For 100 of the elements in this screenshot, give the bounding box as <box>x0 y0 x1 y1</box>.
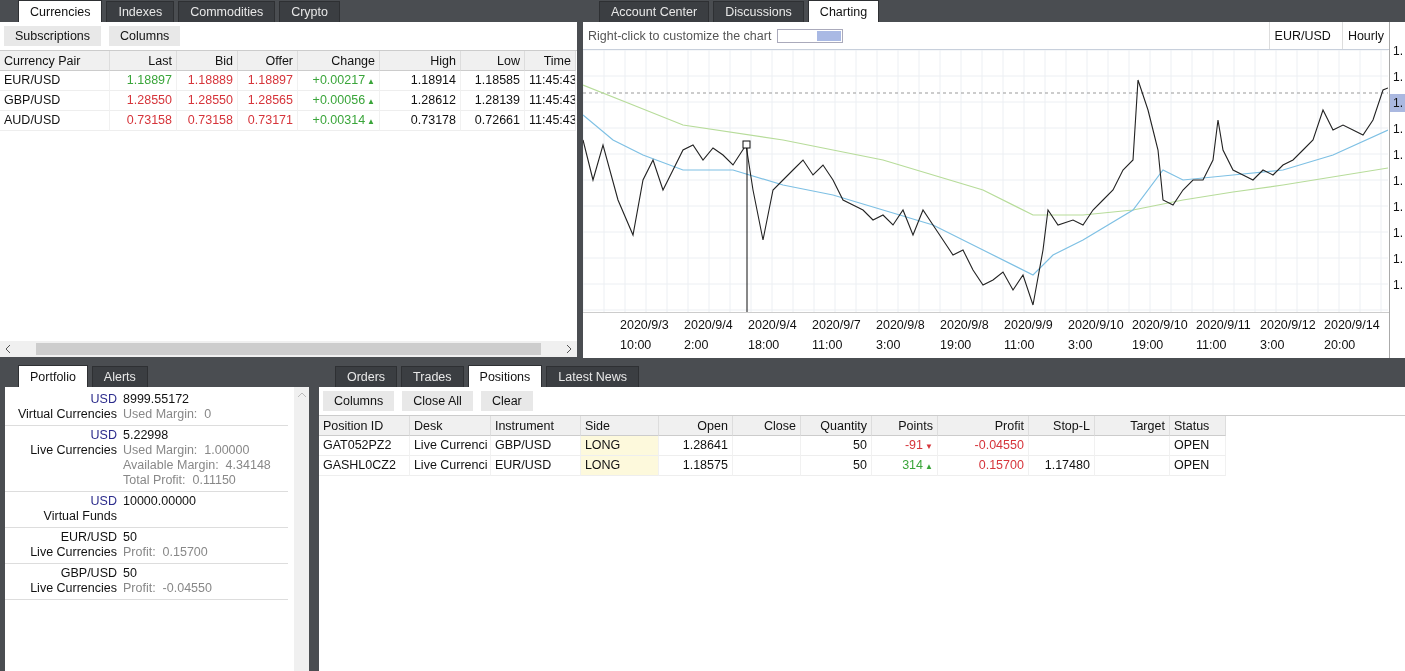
portfolio-name: USD <box>89 392 117 406</box>
column-header[interactable]: Status <box>1169 416 1226 436</box>
column-header[interactable]: Time <box>525 51 576 71</box>
portfolio-detail: Profit: 0.15700 <box>123 545 209 559</box>
table-cell: -91 ▼ <box>871 436 938 456</box>
portfolio-detail: Used Margin: 1.00000 <box>123 443 251 457</box>
table-cell: GAT052PZ2 <box>318 436 410 456</box>
table-cell: +0.00217 ▲ <box>298 71 380 91</box>
column-header[interactable]: Quantity <box>800 416 872 436</box>
tab[interactable]: Positions <box>467 365 543 387</box>
symbol-label[interactable]: EUR/USD <box>1268 22 1336 49</box>
column-header[interactable]: Target <box>1094 416 1170 436</box>
tab[interactable]: Indexes <box>106 1 175 22</box>
axis-label: 2020/9/14 20:00 <box>1324 317 1381 354</box>
table-cell: 1.18575 <box>658 456 733 476</box>
axis-label: 2020/9/3 10:00 <box>620 317 670 354</box>
toolbar-button[interactable]: Columns <box>322 391 395 411</box>
chart-hint: Right-click to customize the chart <box>588 28 772 43</box>
column-header[interactable]: Low <box>461 51 525 71</box>
axis-label: 1. <box>1392 251 1404 268</box>
table-cell: 1.28550 <box>177 91 238 111</box>
axis-label: 2020/9/8 19:00 <box>940 317 990 354</box>
toolbar-button[interactable]: Subscriptions <box>4 26 102 46</box>
table-cell: 50 <box>800 436 872 456</box>
column-header[interactable]: Last <box>110 51 177 71</box>
axis-label: 2020/9/7 11:00 <box>812 317 862 354</box>
toolbar-button[interactable]: Close All <box>402 391 473 411</box>
axis-label: 1. <box>1392 173 1404 190</box>
table-cell: 0.72661 <box>461 111 525 131</box>
column-header[interactable]: Close <box>732 416 801 436</box>
column-header[interactable]: Offer <box>238 51 298 71</box>
column-header[interactable]: Side <box>580 416 659 436</box>
table-cell: 0.73158 <box>177 111 238 131</box>
portfolio-name: USD <box>89 494 117 508</box>
column-header[interactable]: Instrument <box>490 416 581 436</box>
column-header[interactable]: Position ID <box>318 416 410 436</box>
table-cell: GBP/USD <box>490 436 581 456</box>
table-cell: GBP/USD <box>0 91 110 111</box>
table-cell: 50 <box>800 456 872 476</box>
tab[interactable]: Currencies <box>18 0 103 22</box>
portfolio-detail: Available Margin: 4.34148 <box>123 458 272 472</box>
portfolio-name: EUR/USD <box>59 530 117 544</box>
column-header[interactable]: Currency Pair <box>0 51 110 71</box>
portfolio-name: USD <box>89 428 117 442</box>
table-cell: AUD/USD <box>0 111 110 131</box>
axis-label: 2020/9/10 3:00 <box>1068 317 1125 354</box>
column-header[interactable]: Profit <box>937 416 1029 436</box>
table-cell: LONG <box>580 436 659 456</box>
column-header[interactable]: Open <box>658 416 733 436</box>
table-cell: LONG <box>580 456 659 476</box>
price-tag: 1. <box>1390 94 1405 112</box>
tab[interactable]: Charting <box>807 0 880 22</box>
table-cell: Live Currenci <box>409 456 491 476</box>
table-cell: EUR/USD <box>0 71 110 91</box>
toolbar-button[interactable]: Clear <box>480 391 533 411</box>
desk-label: Live Currencies <box>29 545 117 559</box>
table-cell <box>732 436 801 456</box>
interval-label[interactable]: Hourly <box>1341 22 1389 49</box>
tab[interactable]: Trades <box>401 366 464 387</box>
column-header[interactable]: Stop-L <box>1028 416 1095 436</box>
table-cell: 0.15700 <box>937 456 1029 476</box>
table-cell: OPEN <box>1169 436 1226 456</box>
tab[interactable]: Orders <box>334 366 398 387</box>
table-cell: OPEN <box>1169 456 1226 476</box>
axis-label: 1. <box>1392 43 1404 60</box>
portfolio-amount: 10000.00000 <box>123 494 197 508</box>
desk-label: Live Currencies <box>29 443 117 457</box>
crosshair-marker[interactable] <box>742 140 751 312</box>
axis-label: 1. <box>1392 69 1404 86</box>
tab[interactable]: Commodities <box>178 1 276 22</box>
tab[interactable]: Crypto <box>279 1 340 22</box>
table-cell: 1.28641 <box>658 436 733 456</box>
column-header[interactable]: Change <box>298 51 380 71</box>
table-cell: +0.00314 ▲ <box>298 111 380 131</box>
table-cell: 1.18897 <box>238 71 298 91</box>
axis-label: 1. <box>1392 121 1404 138</box>
axis-label: 2020/9/11 11:00 <box>1196 317 1252 354</box>
table-cell: 1.18897 <box>110 71 177 91</box>
tab[interactable]: Discussions <box>713 1 804 22</box>
scrollbar-thumb[interactable] <box>36 343 541 355</box>
portfolio-amount: 8999.55172 <box>123 392 191 406</box>
axis-label: 1. <box>1392 199 1404 216</box>
range-field[interactable] <box>777 28 844 43</box>
table-cell: 0.73171 <box>238 111 298 131</box>
column-header[interactable]: Points <box>871 416 938 436</box>
tab[interactable]: Latest News <box>546 366 640 387</box>
toolbar-button[interactable]: Columns <box>109 26 181 46</box>
column-header[interactable]: High <box>380 51 461 71</box>
tab[interactable]: Alerts <box>91 366 148 387</box>
tab[interactable]: Account Center <box>599 1 710 22</box>
table-cell: 314 ▲ <box>871 456 938 476</box>
table-cell: GASHL0CZ2 <box>318 456 410 476</box>
portfolio-detail: Used Margin: 0 <box>123 407 213 421</box>
tab[interactable]: Portfolio <box>18 365 88 387</box>
table-cell: 1.28139 <box>461 91 525 111</box>
table-cell: 0.73158 <box>110 111 177 131</box>
column-header[interactable]: Desk <box>409 416 491 436</box>
column-header[interactable]: Bid <box>177 51 238 71</box>
table-cell: 1.18889 <box>177 71 238 91</box>
axis-label: 2020/9/4 2:00 <box>684 317 734 354</box>
